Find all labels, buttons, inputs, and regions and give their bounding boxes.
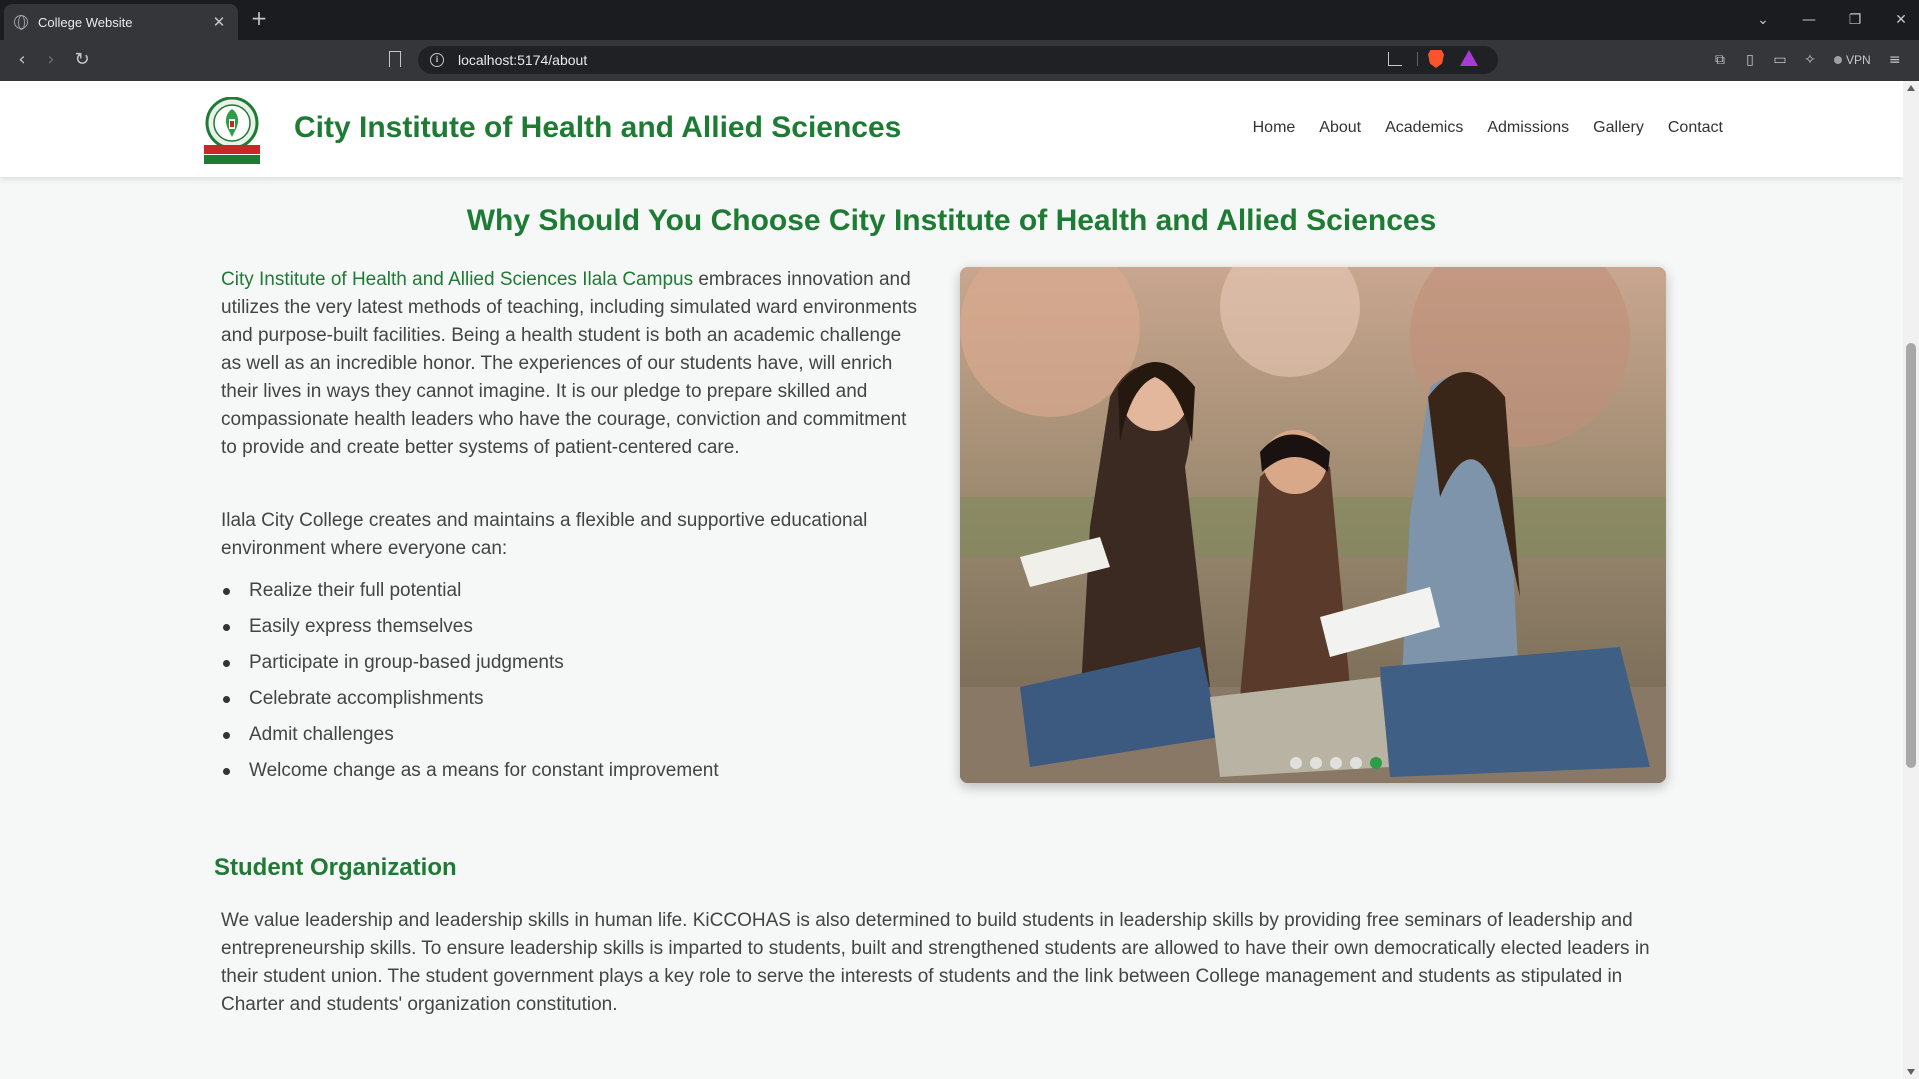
section-heading: Why Should You Choose City Institute of … — [466, 204, 1437, 237]
list-item: Realize their full potential — [221, 577, 926, 613]
browser-right-tools: ⧉ ▯ ▭ ✧ VPN ≡ — [1708, 48, 1907, 72]
site-title[interactable]: City Institute of Health and Allied Scie… — [294, 111, 901, 145]
site-header: City Institute of Health and Allied Scie… — [0, 81, 1903, 177]
nav-contact[interactable]: Contact — [1668, 119, 1723, 137]
scrollbar-thumb[interactable] — [1906, 343, 1916, 768]
globe-icon — [14, 15, 28, 30]
students-studying-photo — [960, 267, 1666, 783]
benefits-list: Realize their full potential Easily expr… — [221, 577, 926, 793]
menu-icon[interactable]: ≡ — [1883, 49, 1907, 71]
student-organization-heading: Student Organization — [214, 854, 457, 881]
vpn-button[interactable]: VPN — [1834, 53, 1871, 67]
vpn-label: VPN — [1846, 53, 1871, 67]
nav-gallery[interactable]: Gallery — [1593, 119, 1644, 137]
site-info-icon[interactable]: i — [430, 53, 444, 67]
carousel-dot[interactable] — [1290, 757, 1302, 769]
tab-search-icon[interactable]: ⌄ — [1740, 12, 1786, 28]
extensions-icon[interactable]: ⧉ — [1708, 49, 1732, 71]
carousel-dot[interactable] — [1330, 757, 1342, 769]
close-tab-icon[interactable]: ✕ — [210, 13, 228, 31]
student-organization-text: We value leadership and leadership skill… — [221, 910, 1650, 1015]
nav-home[interactable]: Home — [1253, 119, 1296, 137]
main-nav: Home About Academics Admissions Gallery … — [1229, 119, 1723, 137]
list-item: Participate in group-based judgments — [221, 649, 926, 685]
page-scrollbar[interactable] — [1903, 81, 1919, 1079]
new-tab-button[interactable]: + — [248, 7, 270, 29]
back-button[interactable]: ‹ — [10, 49, 34, 73]
vpn-status-icon — [1834, 56, 1842, 64]
brave-rewards-icon[interactable] — [1460, 50, 1478, 66]
list-item: Welcome change as a means for constant i… — [221, 757, 926, 793]
list-item: Admit challenges — [221, 721, 926, 757]
page-viewport: City Institute of Health and Allied Scie… — [0, 81, 1903, 1079]
image-carousel[interactable] — [960, 267, 1666, 783]
nav-about[interactable]: About — [1319, 119, 1361, 137]
window-controls: ⌄ — ❐ ✕ — [1740, 0, 1919, 40]
restore-button[interactable]: ❐ — [1832, 12, 1878, 28]
nav-academics[interactable]: Academics — [1385, 119, 1463, 137]
carousel-dot[interactable] — [1350, 757, 1362, 769]
scroll-down-icon[interactable] — [1907, 1069, 1915, 1075]
carousel-dot[interactable] — [1310, 757, 1322, 769]
forward-button[interactable]: › — [39, 49, 63, 73]
nav-admissions[interactable]: Admissions — [1487, 119, 1569, 137]
tab-title: College Website — [38, 14, 133, 30]
address-bar[interactable]: i localhost:5174/about — [418, 46, 1498, 74]
intro-paragraph: City Institute of Health and Allied Scie… — [221, 266, 926, 462]
college-logo[interactable] — [202, 97, 262, 165]
carousel-dot-active[interactable] — [1370, 757, 1382, 769]
intro-text: embraces innovation and utilizes the ver… — [221, 269, 917, 458]
intro-highlight: City Institute of Health and Allied Scie… — [221, 269, 694, 290]
bookmark-icon[interactable] — [389, 51, 401, 67]
close-window-button[interactable]: ✕ — [1878, 12, 1919, 28]
share-icon[interactable] — [1388, 52, 1402, 66]
sidebar-icon[interactable]: ▯ — [1738, 49, 1762, 71]
browser-tab[interactable]: College Website ✕ — [4, 4, 238, 40]
tab-strip: College Website ✕ + ⌄ — ❐ ✕ — [0, 0, 1919, 40]
list-item: Celebrate accomplishments — [221, 685, 926, 721]
url-text[interactable]: localhost:5174/about — [458, 52, 587, 68]
leo-ai-icon[interactable]: ✧ — [1798, 49, 1822, 71]
carousel-indicators — [960, 757, 1666, 769]
minimize-button[interactable]: — — [1786, 12, 1832, 28]
list-item: Easily express themselves — [221, 613, 926, 649]
reload-button[interactable]: ↻ — [70, 49, 94, 73]
wallet-icon[interactable]: ▭ — [1768, 49, 1792, 71]
scroll-up-icon[interactable] — [1907, 85, 1915, 91]
environment-paragraph: Ilala City College creates and maintains… — [221, 510, 868, 559]
divider — [1417, 52, 1418, 66]
